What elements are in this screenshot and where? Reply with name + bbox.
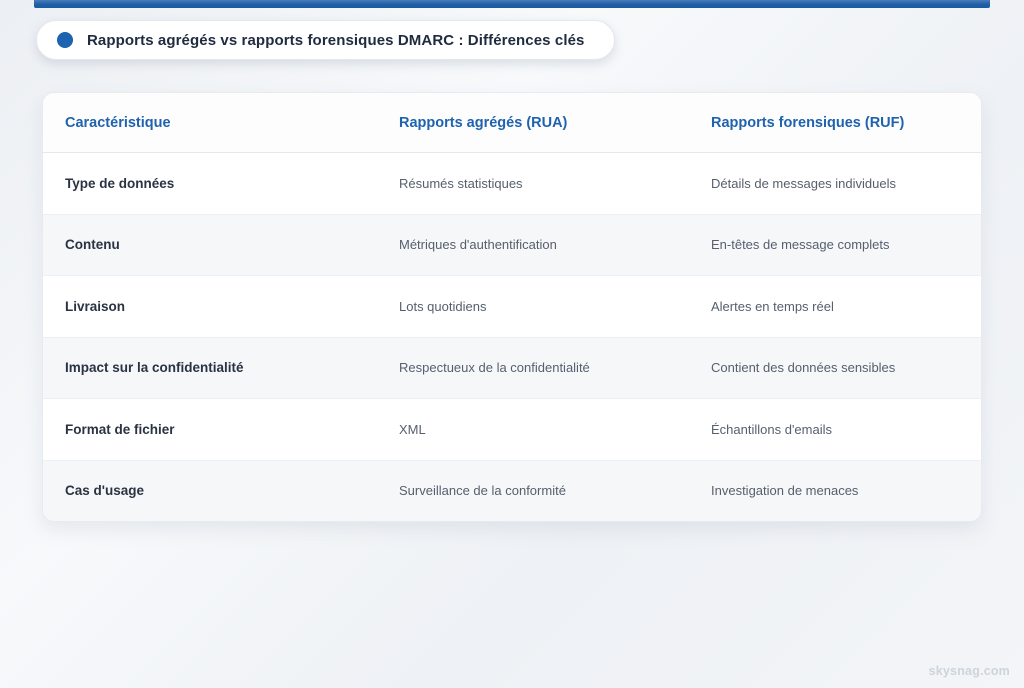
row-ruf-value: Échantillons d'emails (711, 421, 832, 437)
table-row: Impact sur la confidentialité Respectueu… (43, 336, 981, 398)
row-rua-value: Métriques d'authentification (399, 237, 557, 253)
row-ruf-value: Détails de messages individuels (711, 175, 896, 191)
row-ruf-value: Alertes en temps réel (711, 298, 834, 314)
row-rua-value: Lots quotidiens (399, 298, 487, 314)
table-row: Type de données Résumés statistiques Dét… (43, 153, 981, 214)
row-rua-value: Surveillance de la conformité (399, 483, 566, 499)
row-feature: Contenu (65, 237, 120, 253)
row-ruf-value: En-têtes de message complets (711, 237, 890, 253)
table-row: Format de fichier XML Échantillons d'ema… (43, 398, 981, 460)
table-row: Cas d'usage Surveillance de la conformit… (43, 459, 981, 521)
table-header-row: Caractéristique Rapports agrégés (RUA) R… (43, 93, 981, 153)
comparison-table: Caractéristique Rapports agrégés (RUA) R… (42, 92, 982, 522)
top-accent-bar (34, 0, 990, 8)
bullet-dot-icon (57, 32, 73, 48)
row-feature: Impact sur la confidentialité (65, 360, 244, 376)
row-ruf-value: Contient des données sensibles (711, 360, 896, 376)
page-title-pill: Rapports agrégés vs rapports forensiques… (36, 20, 616, 60)
table-row: Livraison Lots quotidiens Alertes en tem… (43, 275, 981, 337)
row-rua-value: Respectueux de la confidentialité (399, 360, 590, 376)
column-header-feature: Caractéristique (65, 114, 171, 131)
row-feature: Format de fichier (65, 421, 175, 437)
row-feature: Type de données (65, 175, 175, 191)
page-title: Rapports agrégés vs rapports forensiques… (87, 31, 585, 49)
site-watermark: skysnag.com (928, 664, 1010, 678)
column-header-ruf: Rapports forensiques (RUF) (711, 114, 905, 131)
row-feature: Livraison (65, 298, 126, 314)
table-row: Contenu Métriques d'authentification En-… (43, 213, 981, 275)
column-header-rua: Rapports agrégés (RUA) (399, 114, 568, 131)
row-rua-value: Résumés statistiques (399, 175, 523, 191)
row-rua-value: XML (399, 421, 426, 437)
row-feature: Cas d'usage (65, 483, 144, 499)
row-ruf-value: Investigation de menaces (711, 483, 859, 499)
